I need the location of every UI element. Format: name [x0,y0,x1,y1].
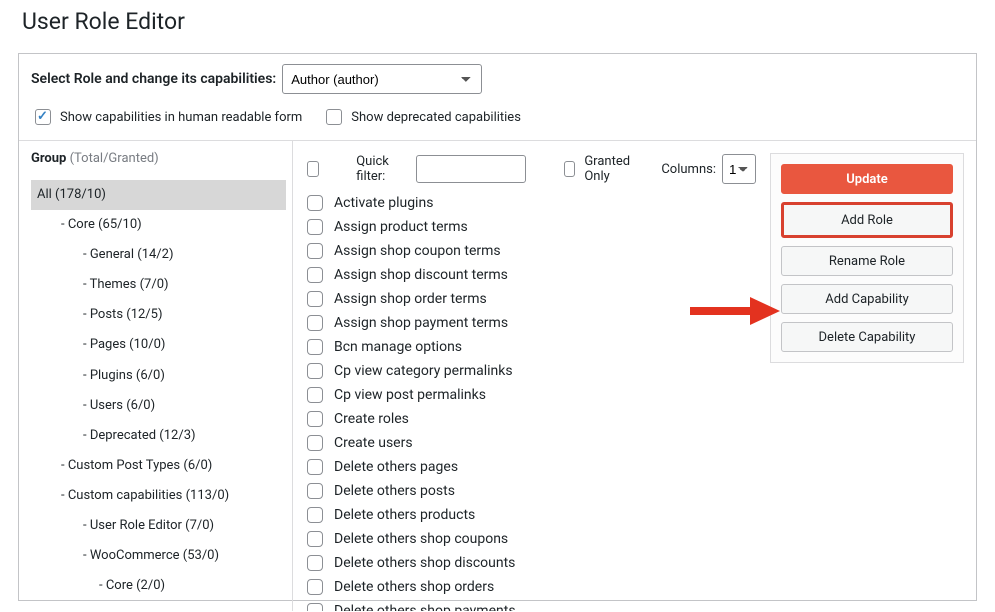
group-item[interactable]: - General (14/2) [31,240,286,270]
page-title: User Role Editor [22,8,977,35]
capability-checkbox[interactable] [307,435,323,451]
capability-row: Bcn manage options [303,335,756,359]
show-human-label: Show capabilities in human readable form [60,110,302,125]
capability-checkbox[interactable] [307,195,323,211]
capability-row: Delete others pages [303,455,756,479]
capability-checkbox[interactable] [307,483,323,499]
group-item[interactable]: - Users (6/0) [31,391,286,421]
capability-checkbox[interactable] [307,387,323,403]
capability-checkbox[interactable] [307,219,323,235]
capability-row: Assign product terms [303,215,756,239]
role-select[interactable]: Author (author) [282,64,482,94]
capability-label: Activate plugins [334,195,433,211]
capabilities-list[interactable]: Activate plugins Assign product terms Assi… [303,191,756,611]
capability-checkbox[interactable] [307,411,323,427]
capability-label: Delete others shop orders [334,579,494,595]
capability-label: Delete others products [334,507,475,523]
group-item[interactable]: - User Role Editor (7/0) [31,511,286,541]
capability-label: Assign product terms [334,219,468,235]
group-item[interactable]: - WooCommerce (53/0) [31,541,286,571]
capability-checkbox[interactable] [307,315,323,331]
capability-row: Delete others shop coupons [303,527,756,551]
capability-row: Delete others shop payments [303,599,756,611]
select-all-checkbox[interactable] [307,161,319,177]
capability-row: Delete others shop discounts [303,551,756,575]
group-item[interactable]: - Core (2/0) [31,571,286,601]
group-item[interactable]: - Pages (10/0) [31,330,286,360]
capability-checkbox[interactable] [307,531,323,547]
show-deprecated-checkbox[interactable] [326,109,342,125]
capability-checkbox[interactable] [307,243,323,259]
capability-row: Delete others posts [303,479,756,503]
rename-role-button[interactable]: Rename Role [781,246,953,276]
capability-row: Activate plugins [303,191,756,215]
capability-row: Create roles [303,407,756,431]
quick-filter-input[interactable] [416,155,526,183]
group-label: Group [31,151,66,166]
columns-select[interactable]: 1 [722,154,756,184]
group-item[interactable]: All (178/10) [31,180,286,210]
editor-panel: Select Role and change its capabilities:… [18,53,977,601]
action-buttons: Update Add Role Rename Role Add Capabili… [770,153,964,363]
capability-label: Cp view post permalinks [334,387,486,403]
delete-capability-button[interactable]: Delete Capability [781,322,953,352]
capability-label: Assign shop order terms [334,291,487,307]
group-item[interactable]: - Posts (12/5) [31,300,286,330]
capability-label: Create users [334,435,413,451]
capability-row: Assign shop order terms [303,287,756,311]
capability-checkbox[interactable] [307,603,323,611]
group-item[interactable]: - Custom Post Types (6/0) [31,451,286,481]
capability-checkbox[interactable] [307,579,323,595]
granted-only-label: Granted Only [584,154,635,184]
capability-label: Assign shop coupon terms [334,243,501,259]
group-sidebar: Group (Total/Granted) All (178/10)- Core… [31,141,293,611]
group-item[interactable]: - Core (65/10) [31,210,286,240]
capability-checkbox[interactable] [307,363,323,379]
capability-row: Assign shop payment terms [303,311,756,335]
capability-row: Delete others products [303,503,756,527]
capability-label: Delete others shop coupons [334,531,508,547]
group-item[interactable]: - Plugins (6/0) [31,361,286,391]
capability-row: Cp view category permalinks [303,359,756,383]
capability-checkbox[interactable] [307,267,323,283]
capability-checkbox[interactable] [307,339,323,355]
capability-row: Assign shop coupon terms [303,239,756,263]
capability-label: Bcn manage options [334,339,462,355]
select-role-label: Select Role and change its capabilities: [31,71,276,87]
columns-label: Columns: [661,162,716,177]
granted-only-checkbox[interactable] [564,161,576,177]
capability-label: Create roles [334,411,409,427]
show-deprecated-label: Show deprecated capabilities [351,110,521,125]
show-human-checkbox[interactable] [35,109,51,125]
capability-label: Delete others pages [334,459,458,475]
capability-label: Delete others shop discounts [334,555,515,571]
capability-label: Assign shop payment terms [334,315,508,331]
capability-checkbox[interactable] [307,507,323,523]
capability-row: Delete others shop orders [303,575,756,599]
capability-label: Delete others shop payments [334,603,516,611]
capability-checkbox[interactable] [307,555,323,571]
capability-label: Delete others posts [334,483,455,499]
capability-row: Cp view post permalinks [303,383,756,407]
group-counts-label: (Total/Granted) [70,151,159,166]
capability-checkbox[interactable] [307,459,323,475]
update-button[interactable]: Update [781,164,953,194]
group-item[interactable]: - Deprecated (12/3) [31,421,286,451]
add-capability-button[interactable]: Add Capability [781,284,953,314]
group-item[interactable]: - Custom capabilities (113/0) [31,481,286,511]
capability-row: Assign shop discount terms [303,263,756,287]
capability-row: Create users [303,431,756,455]
capability-label: Assign shop discount terms [334,267,508,283]
add-role-button[interactable]: Add Role [781,202,953,238]
capability-label: Cp view category permalinks [334,363,513,379]
quick-filter-label: Quick filter: [356,154,404,184]
group-item[interactable]: - Themes (7/0) [31,270,286,300]
capability-checkbox[interactable] [307,291,323,307]
